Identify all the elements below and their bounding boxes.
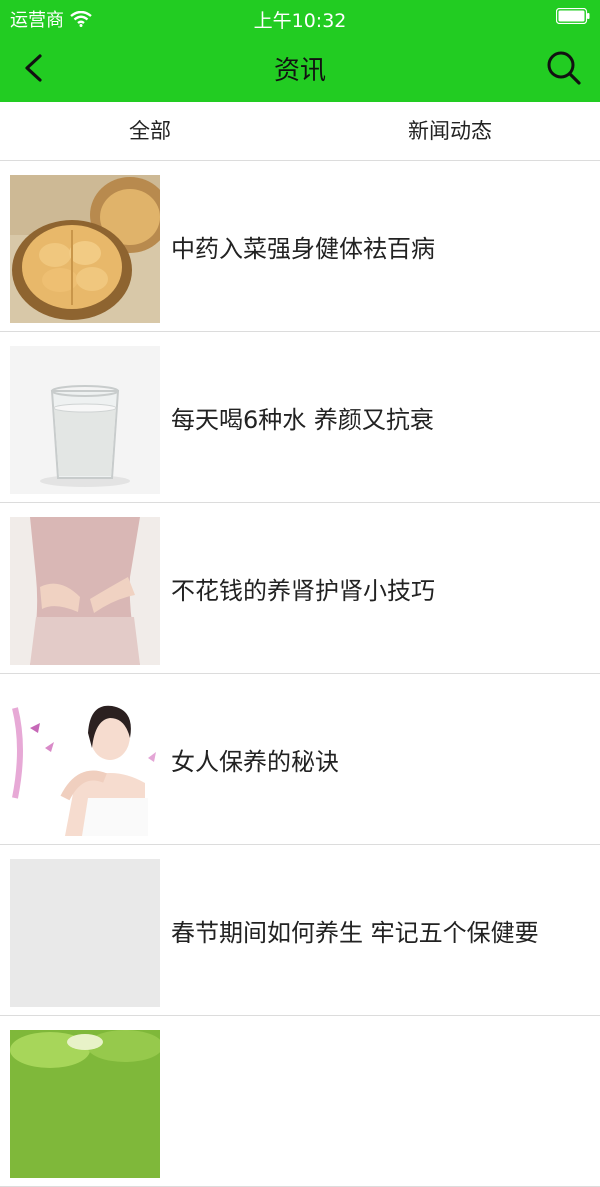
app-header: 运营商 上午10:32 资讯: [0, 0, 600, 102]
status-time: 上午10:32: [253, 10, 347, 32]
article-title: 每天喝6种水 养颜又抗衰: [171, 405, 434, 434]
search-button[interactable]: [544, 48, 584, 88]
article-list: 中药入菜强身健体祛百病 每天喝6种水 养颜又抗衰 不花钱的养肾护肾小技巧 女人保…: [0, 161, 600, 1187]
status-bar: 运营商 上午10:32: [0, 0, 600, 34]
list-item[interactable]: 每天喝6种水 养颜又抗衰: [0, 332, 600, 503]
tab-news[interactable]: 新闻动态: [300, 102, 600, 160]
tab-all[interactable]: 全部: [0, 102, 300, 160]
page-title: 资讯: [273, 56, 326, 86]
search-icon: [547, 51, 581, 85]
green-leaves-thumbnail: [10, 1030, 160, 1178]
nav-bar: 资讯: [0, 34, 600, 102]
lower-back-thumbnail: [10, 517, 160, 665]
battery-icon: [556, 8, 590, 24]
image-placeholder: [10, 859, 160, 1007]
walnut-thumbnail: [10, 175, 160, 323]
list-item[interactable]: 春节期间如何养生 牢记五个保健要: [0, 845, 600, 1016]
list-item[interactable]: 女人保养的秘诀: [0, 674, 600, 845]
list-item[interactable]: [0, 1016, 600, 1187]
article-title: 女人保养的秘诀: [171, 747, 339, 776]
water-glass-thumbnail: [10, 346, 160, 494]
woman-thumbnail: [10, 688, 160, 836]
list-item[interactable]: 不花钱的养肾护肾小技巧: [0, 503, 600, 674]
article-title: 中药入菜强身健体祛百病: [171, 234, 435, 263]
list-item[interactable]: 中药入菜强身健体祛百病: [0, 161, 600, 332]
category-tabs: 全部 新闻动态: [0, 102, 600, 161]
article-title: 春节期间如何养生 牢记五个保健要: [171, 918, 539, 947]
article-title: 不花钱的养肾护肾小技巧: [171, 576, 435, 605]
